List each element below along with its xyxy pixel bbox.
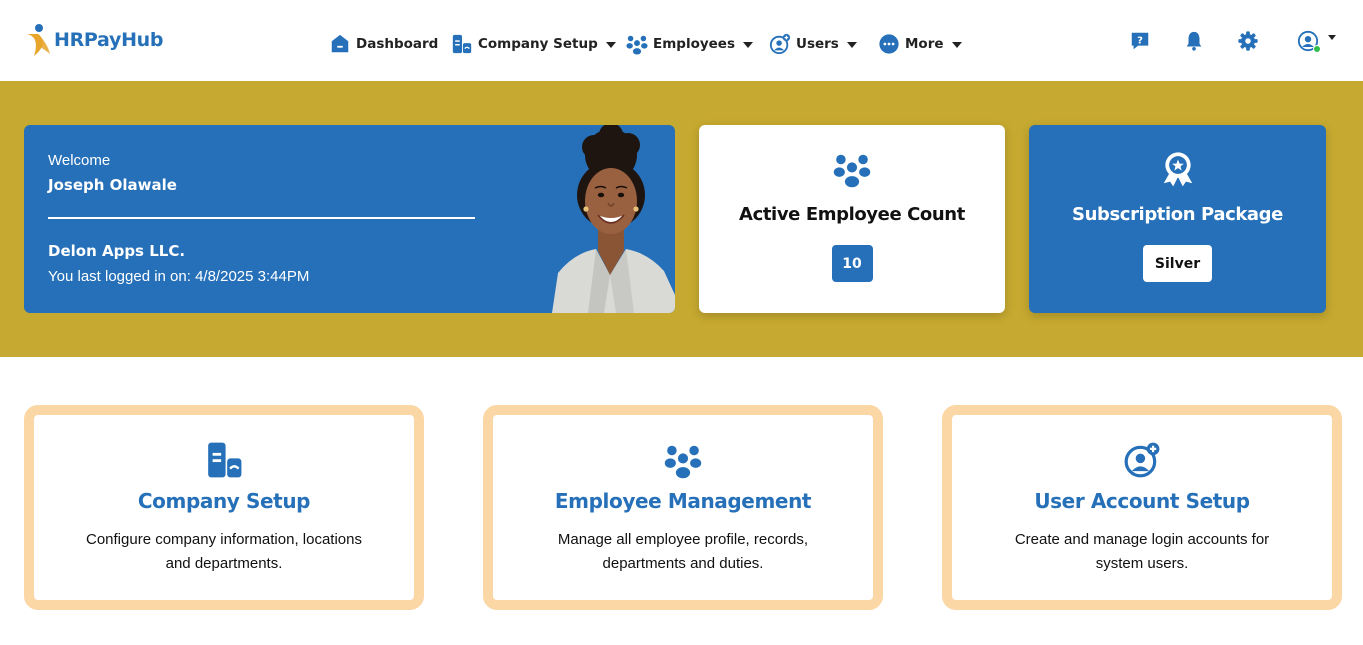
chevron-down-icon [951, 42, 962, 48]
nav-employees[interactable]: Employees [626, 28, 754, 60]
bell-icon [1186, 31, 1202, 51]
last-login-value: 4/8/2025 3:44PM [195, 268, 310, 285]
nav-dashboard-label: Dashboard [356, 36, 439, 52]
app-name: HRPayHub [54, 29, 164, 51]
user-name: Joseph Olawale [48, 176, 177, 194]
employee-management-title: Employee Management [554, 489, 812, 513]
user-add-icon [769, 33, 791, 55]
nav-company-setup-label: Company Setup [478, 36, 598, 52]
user-account-setup-description: Create and manage login accounts for sys… [1014, 531, 1270, 572]
employee-management-card[interactable]: Employee Management Manage all employee … [483, 405, 883, 610]
subscription-title: Subscription Package [1072, 204, 1283, 225]
divider [48, 217, 475, 219]
profile-button[interactable] [1295, 28, 1321, 54]
chevron-down-icon [605, 42, 616, 48]
logo-icon [27, 24, 50, 56]
nav-more[interactable]: More [878, 28, 962, 60]
user-add-icon [1124, 442, 1160, 478]
company-setup-title: Company Setup [137, 489, 311, 513]
award-icon [1163, 152, 1192, 187]
dashboard-banner: Welcome Joseph Olawale Delon Apps LLC. Y… [0, 81, 1363, 357]
nav-dashboard[interactable]: Dashboard [329, 28, 438, 60]
company-icon [452, 34, 472, 54]
welcome-card: Welcome Joseph Olawale Delon Apps LLC. Y… [24, 125, 675, 313]
online-status-dot [1313, 45, 1321, 53]
nav-more-label: More [905, 36, 944, 52]
gear-icon [1238, 31, 1258, 51]
last-login-label: You last logged in on: [48, 268, 191, 285]
more-icon [879, 34, 899, 54]
last-login: You last logged in on: 4/8/2025 3:44PM [48, 268, 309, 285]
home-icon [331, 34, 349, 53]
help-button[interactable]: ? [1127, 28, 1153, 54]
nav-users-label: Users [796, 36, 839, 52]
nav-employees-label: Employees [653, 36, 736, 52]
employee-management-description: Manage all employee profile, records, de… [557, 531, 809, 572]
notifications-button[interactable] [1181, 28, 1207, 54]
settings-button[interactable] [1235, 28, 1261, 54]
welcome-label: Welcome [48, 152, 111, 169]
svg-text:?: ? [1137, 35, 1143, 46]
app-logo[interactable]: HRPayHub [24, 22, 164, 58]
active-employee-title: Active Employee Count [739, 204, 965, 225]
user-photo [552, 125, 675, 313]
company-icon [208, 442, 242, 478]
user-account-setup-title: User Account Setup [1034, 489, 1250, 513]
chevron-down-icon[interactable] [1328, 35, 1336, 40]
subscription-card: Subscription Package Silver [1029, 125, 1326, 313]
chevron-down-icon [743, 42, 754, 48]
active-employee-count: 10 [831, 245, 873, 282]
active-employee-card: Active Employee Count 10 [699, 125, 1005, 313]
help-icon: ? [1131, 32, 1149, 50]
top-header: HRPayHub Dashboard Company Setup Employe… [0, 0, 1363, 81]
company-setup-description: Configure company information, locations… [86, 531, 362, 572]
company-name: Delon Apps LLC. [48, 242, 186, 260]
chevron-down-icon [846, 42, 857, 48]
user-account-setup-card[interactable]: User Account Setup Create and manage log… [942, 405, 1342, 610]
company-setup-card[interactable]: Company Setup Configure company informat… [24, 405, 424, 610]
people-icon [833, 154, 871, 188]
people-icon [664, 445, 702, 479]
people-icon [626, 35, 648, 55]
nav-company-setup[interactable]: Company Setup [451, 28, 616, 60]
nav-users[interactable]: Users [769, 28, 857, 60]
subscription-badge: Silver [1142, 245, 1213, 282]
